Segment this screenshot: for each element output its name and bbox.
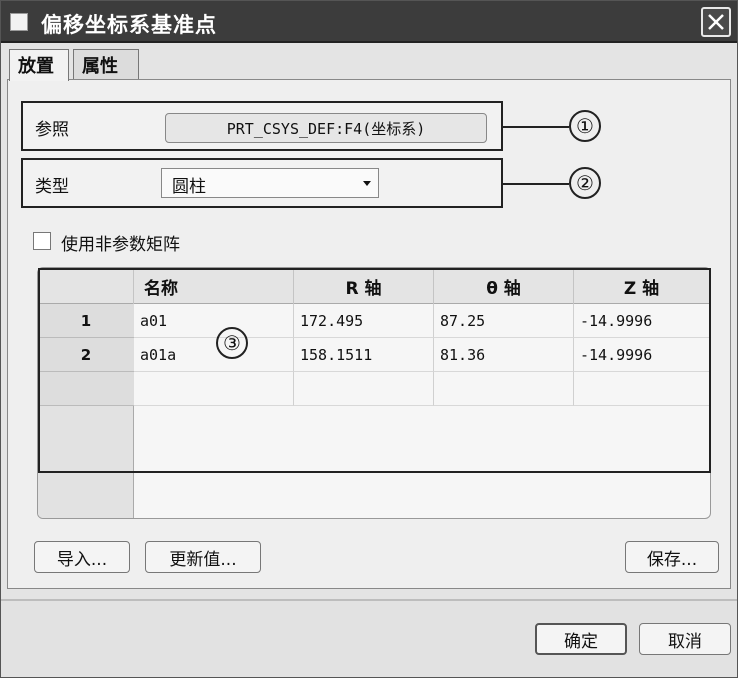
callout-3: ③ xyxy=(216,327,248,359)
cell-empty[interactable] xyxy=(574,372,710,406)
cell-r[interactable]: 158.1511 xyxy=(294,338,434,372)
column-header-theta-axis[interactable]: θ 轴 xyxy=(434,268,574,304)
table-header: 名称 R 轴 θ 轴 Z 轴 xyxy=(38,268,710,304)
type-label: 类型 xyxy=(35,177,69,197)
reference-label: 参照 xyxy=(35,120,69,140)
callout-2: ② xyxy=(569,167,601,199)
cell-z[interactable]: -14.9996 xyxy=(574,338,710,372)
cell-theta[interactable]: 87.25 xyxy=(434,304,574,338)
row-header-empty[interactable] xyxy=(38,372,134,406)
row-header-1[interactable]: 1 xyxy=(38,304,134,338)
tab-properties[interactable]: 属性 xyxy=(73,49,139,79)
update-values-button[interactable]: 更新值... xyxy=(145,541,261,573)
dialog-window: 偏移坐标系基准点 放置 属性 参照 PRT_CSYS_DEF:F4(坐标系) 类… xyxy=(0,0,738,678)
save-button[interactable]: 保存... xyxy=(625,541,719,573)
cancel-button[interactable]: 取消 xyxy=(639,623,731,655)
column-header-r-axis[interactable]: R 轴 xyxy=(294,268,434,304)
column-header-z-axis[interactable]: Z 轴 xyxy=(574,268,710,304)
non-parametric-matrix-checkbox[interactable] xyxy=(33,232,51,250)
title-bar: 偏移坐标系基准点 xyxy=(1,1,737,43)
type-dropdown[interactable]: 圆柱 xyxy=(161,168,379,198)
row-header-column: 1 2 xyxy=(38,304,134,518)
column-header-name[interactable]: 名称 xyxy=(134,268,294,304)
window-title: 偏移坐标系基准点 xyxy=(41,13,217,37)
row-header-2[interactable]: 2 xyxy=(38,338,134,372)
points-table: 名称 R 轴 θ 轴 Z 轴 1 2 a01 172.495 87.25 -14… xyxy=(37,267,711,519)
cell-name[interactable]: a01a xyxy=(134,338,294,372)
callout-line-2 xyxy=(503,183,569,185)
tab-placement[interactable]: 放置 xyxy=(9,49,69,81)
close-button[interactable] xyxy=(701,7,731,37)
callout-1: ① xyxy=(569,110,601,142)
cell-empty[interactable] xyxy=(294,372,434,406)
reference-collector[interactable]: PRT_CSYS_DEF:F4(坐标系) xyxy=(165,113,487,143)
cell-z[interactable]: -14.9996 xyxy=(574,304,710,338)
ok-button[interactable]: 确定 xyxy=(535,623,627,655)
cell-empty[interactable] xyxy=(434,372,574,406)
import-button[interactable]: 导入... xyxy=(34,541,130,573)
corner-header xyxy=(38,268,134,304)
type-selected-value: 圆柱 xyxy=(172,177,206,197)
callout-line-1 xyxy=(503,126,569,128)
dialog-footer: 确定 取消 xyxy=(1,601,737,677)
cell-name[interactable]: a01 xyxy=(134,304,294,338)
close-icon xyxy=(708,14,724,30)
cell-r[interactable]: 172.495 xyxy=(294,304,434,338)
non-parametric-matrix-label: 使用非参数矩阵 xyxy=(61,235,180,255)
chevron-down-icon xyxy=(363,181,371,186)
window-icon xyxy=(10,13,28,31)
cell-empty[interactable] xyxy=(134,372,294,406)
cell-theta[interactable]: 81.36 xyxy=(434,338,574,372)
